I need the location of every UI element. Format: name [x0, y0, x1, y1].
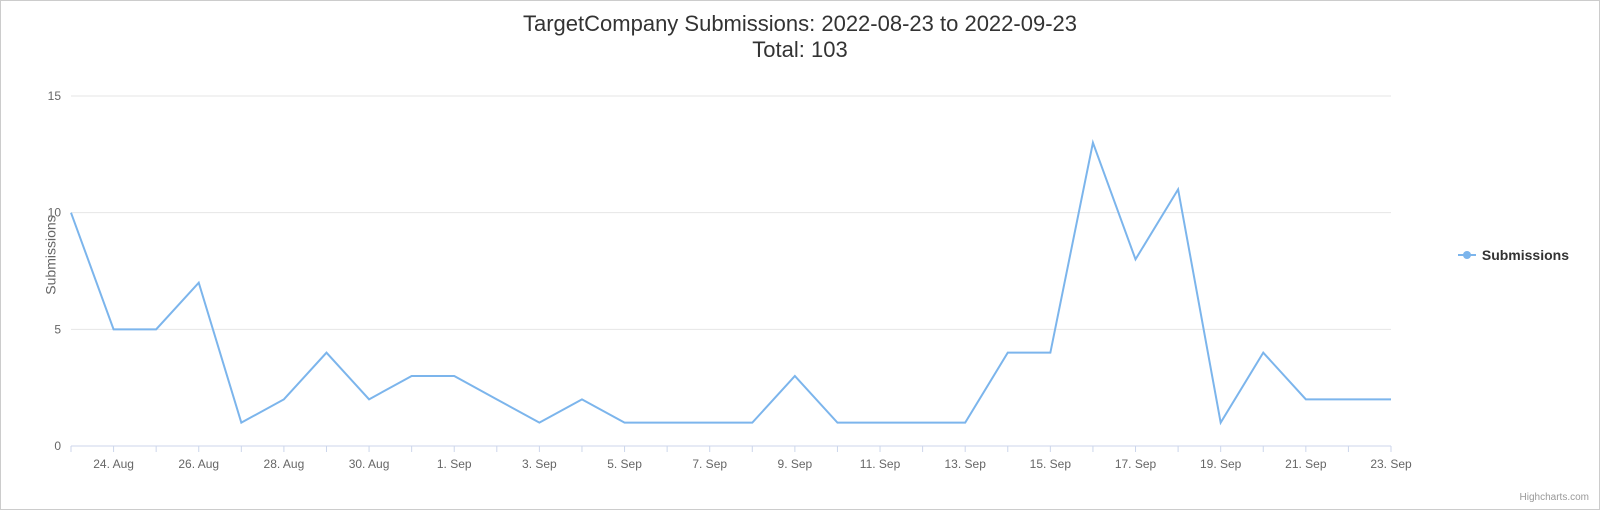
chart-title-block: TargetCompany Submissions: 2022-08-23 to…: [1, 1, 1599, 63]
svg-text:1. Sep: 1. Sep: [437, 457, 472, 471]
svg-text:7. Sep: 7. Sep: [692, 457, 727, 471]
svg-text:10: 10: [48, 206, 62, 220]
legend[interactable]: Submissions: [1458, 247, 1569, 263]
legend-marker-icon: [1458, 254, 1476, 256]
svg-text:21. Sep: 21. Sep: [1285, 457, 1327, 471]
svg-text:26. Aug: 26. Aug: [178, 457, 219, 471]
legend-label: Submissions: [1482, 247, 1569, 263]
svg-text:13. Sep: 13. Sep: [945, 457, 987, 471]
svg-text:28. Aug: 28. Aug: [264, 457, 305, 471]
svg-text:24. Aug: 24. Aug: [93, 457, 134, 471]
chart-svg: 05101524. Aug26. Aug28. Aug30. Aug1. Sep…: [71, 96, 1391, 476]
chart-title: TargetCompany Submissions: 2022-08-23 to…: [1, 11, 1599, 37]
credits-link[interactable]: Highcharts.com: [1520, 492, 1589, 503]
chart-subtitle: Total: 103: [1, 37, 1599, 63]
svg-text:19. Sep: 19. Sep: [1200, 457, 1242, 471]
svg-text:3. Sep: 3. Sep: [522, 457, 557, 471]
svg-text:0: 0: [54, 439, 61, 453]
svg-text:17. Sep: 17. Sep: [1115, 457, 1157, 471]
svg-text:5: 5: [54, 322, 61, 336]
svg-text:15. Sep: 15. Sep: [1030, 457, 1072, 471]
svg-text:11. Sep: 11. Sep: [860, 457, 901, 471]
svg-text:23. Sep: 23. Sep: [1370, 457, 1412, 471]
y-axis-label: Submissions: [43, 215, 59, 294]
svg-text:5. Sep: 5. Sep: [607, 457, 642, 471]
chart-container: TargetCompany Submissions: 2022-08-23 to…: [0, 0, 1600, 510]
plot-area: 05101524. Aug26. Aug28. Aug30. Aug1. Sep…: [71, 96, 1391, 446]
svg-text:15: 15: [48, 89, 62, 103]
svg-text:30. Aug: 30. Aug: [349, 457, 390, 471]
svg-text:9. Sep: 9. Sep: [778, 457, 813, 471]
